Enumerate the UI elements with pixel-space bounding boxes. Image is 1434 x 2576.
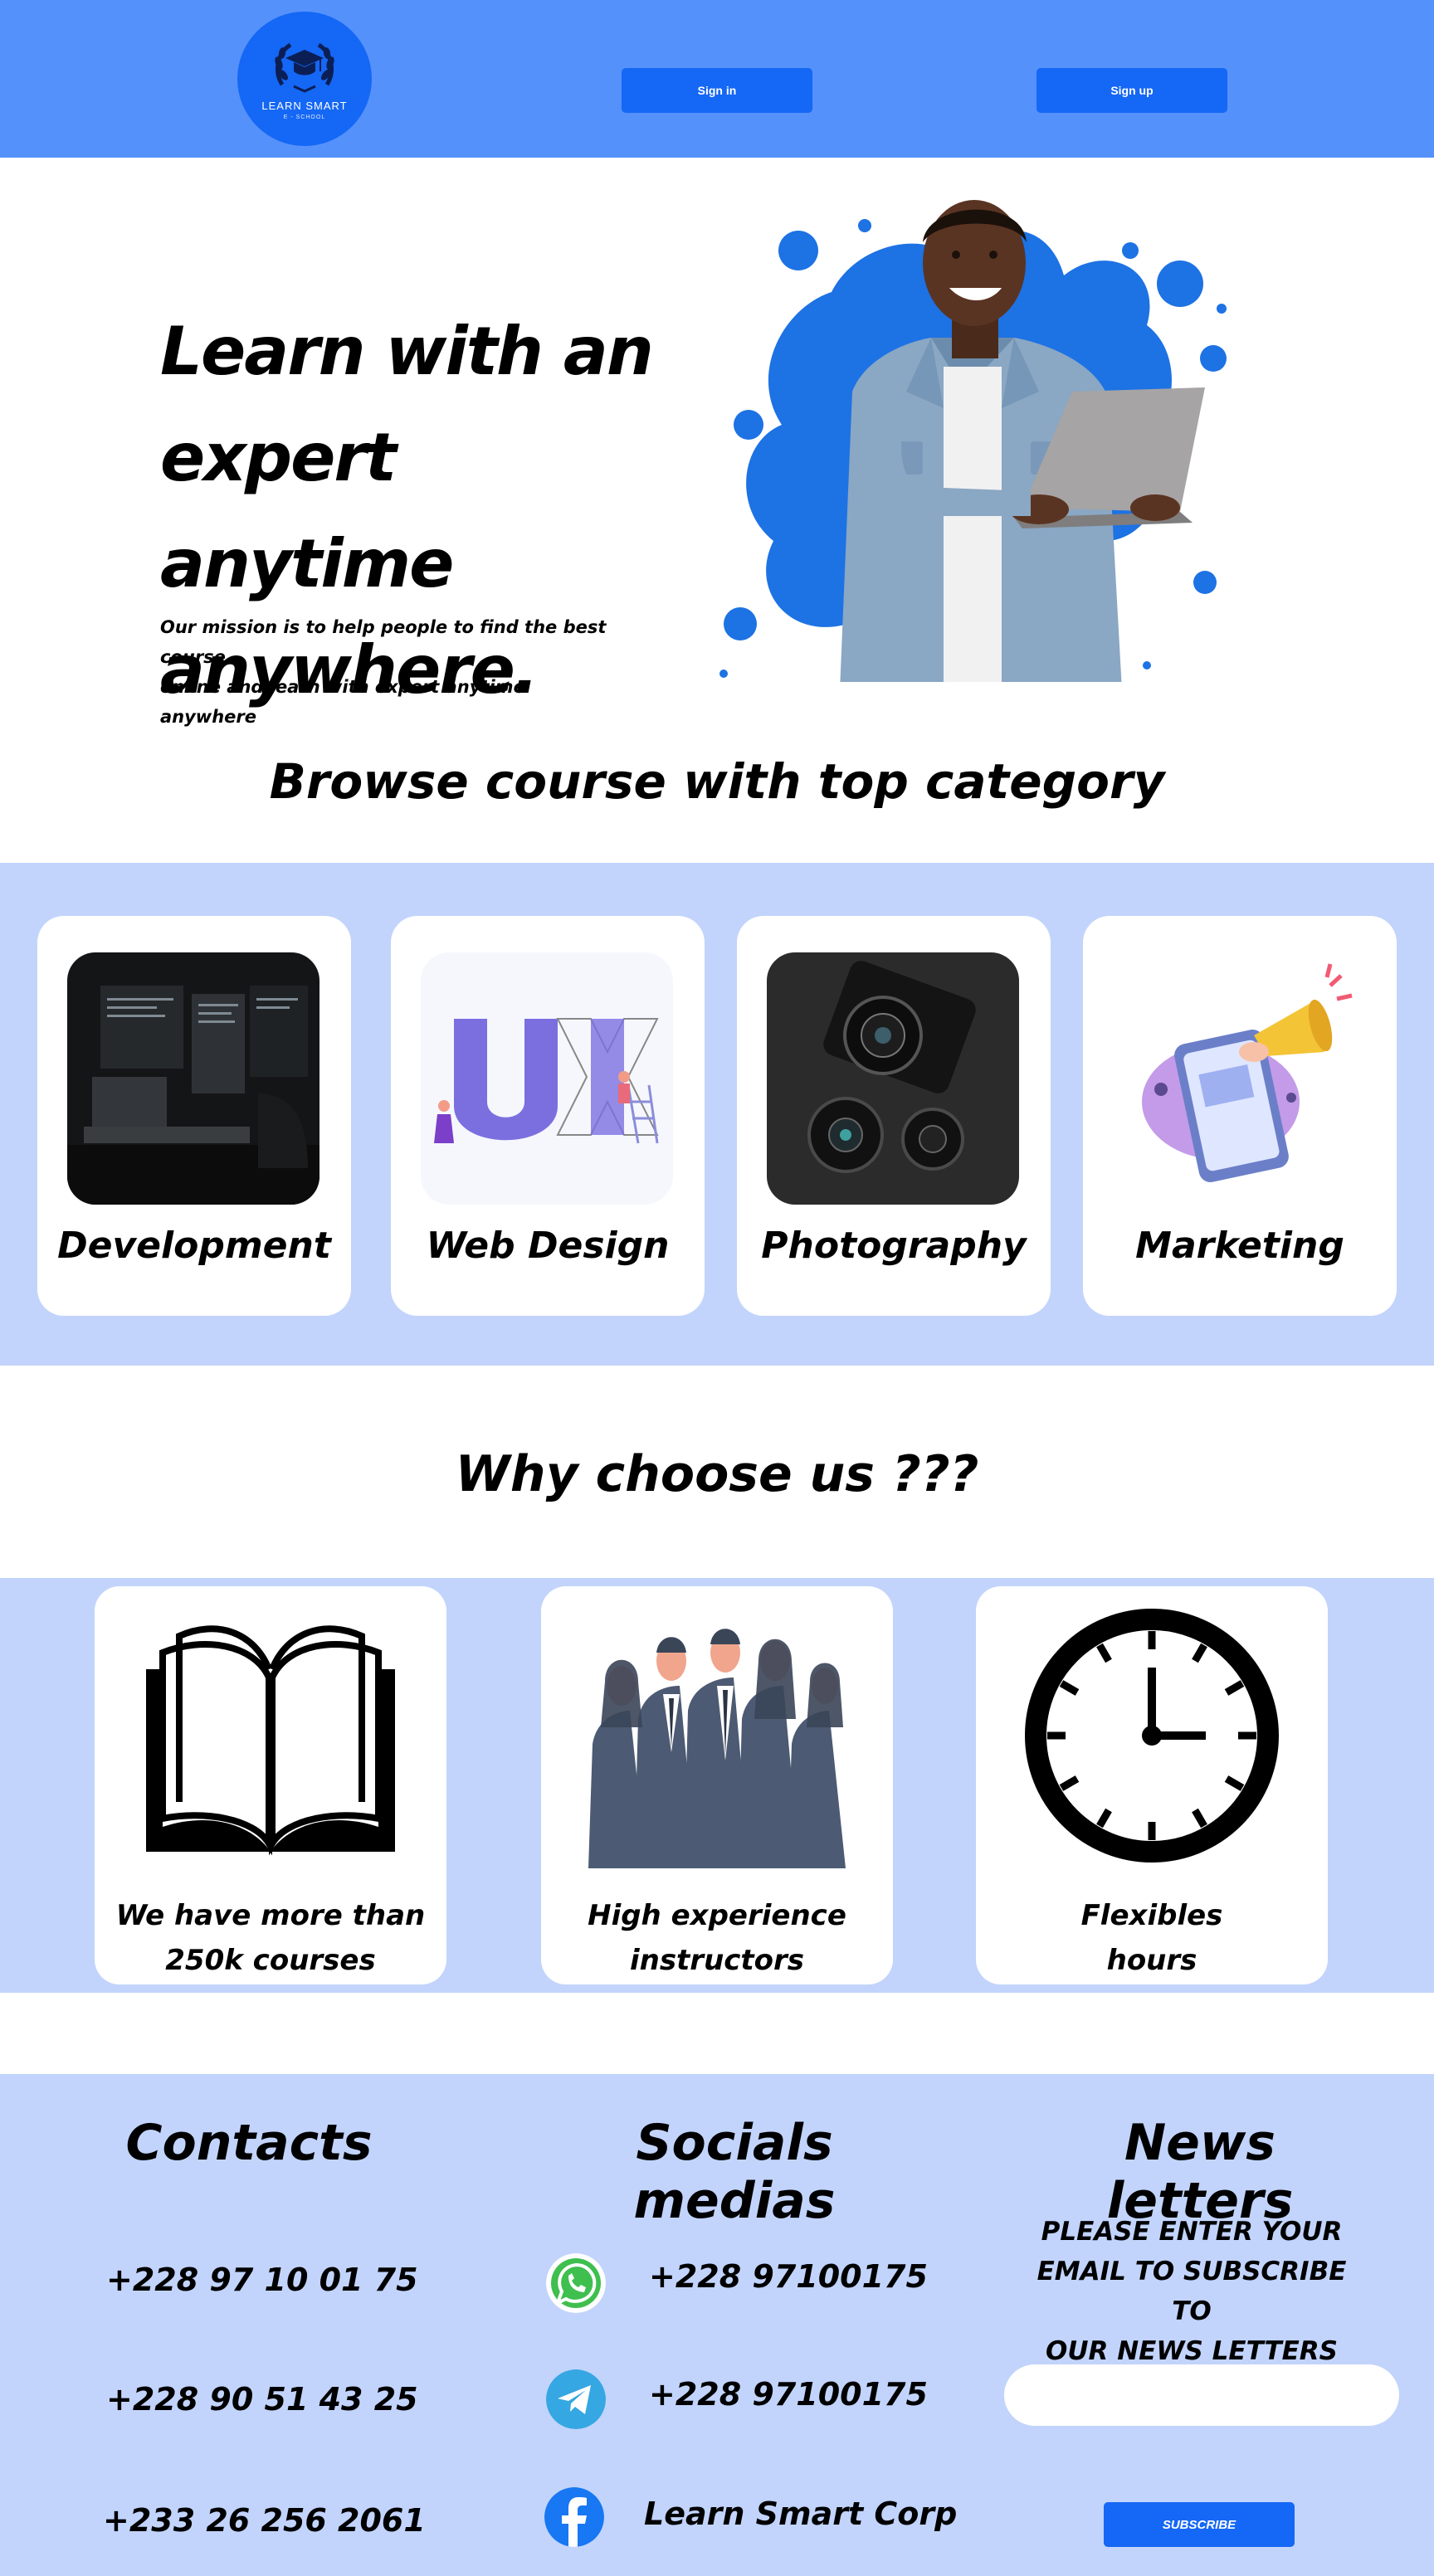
browse-section-title: Browse course with top category (269, 753, 1165, 810)
why-line: High experience (588, 1899, 846, 1932)
newsletter-email-input[interactable] (1004, 2364, 1399, 2426)
sign-up-button[interactable]: Sign up (1036, 68, 1227, 113)
marketing-megaphone-illustration (1113, 952, 1365, 1205)
contacts-heading: Contacts (125, 2114, 373, 2172)
newsletter-line: PLEASE ENTER YOUR (1041, 2217, 1343, 2247)
laurel-graduation-cap-icon (275, 42, 334, 93)
development-workstation-image (67, 952, 319, 1205)
book-icon (146, 1625, 395, 1856)
hero-title-line: Learn with an (160, 313, 654, 390)
hero-subtitle-line: online and learn with expert anytime any… (160, 677, 525, 727)
newsletter-description: PLEASE ENTER YOUR EMAIL TO SUBSCRIBE TO … (1026, 2212, 1358, 2371)
why-line: 250k courses (165, 1944, 376, 1977)
ux-design-illustration (421, 952, 673, 1205)
whatsapp-icon[interactable] (546, 2253, 606, 2313)
whatsapp-number[interactable]: +228 97100175 (649, 2258, 928, 2295)
contact-phone[interactable]: +228 90 51 43 25 (106, 2381, 418, 2418)
category-label: Marketing (1135, 1225, 1344, 1267)
camera-lenses-image (767, 952, 1019, 1205)
hero-subtitle: Our mission is to help people to find th… (160, 612, 625, 732)
why-section-title: Why choose us ??? (455, 1445, 979, 1503)
why-line: We have more than (115, 1899, 426, 1932)
category-label: Web Design (426, 1225, 670, 1267)
facebook-page-name[interactable]: Learn Smart Corp (644, 2496, 957, 2532)
newsletter-line: EMAIL TO SUBSCRIBE TO (1036, 2257, 1347, 2326)
hero-subtitle-line: Our mission is to help people to find th… (160, 617, 607, 667)
sign-in-button[interactable]: Sign in (622, 68, 812, 113)
category-label: Photography (761, 1225, 1027, 1267)
category-card-web-design[interactable]: Web Design (391, 916, 705, 1316)
team-icon (588, 1629, 846, 1868)
logo-subtitle: E - SCHOOL (283, 114, 326, 120)
contact-phone[interactable]: +228 97 10 01 75 (106, 2262, 418, 2298)
category-card-development[interactable]: Development (37, 916, 351, 1316)
telegram-icon[interactable] (546, 2369, 606, 2429)
why-card-instructors: High experience instructors (541, 1586, 893, 1984)
clock-icon (1025, 1609, 1279, 1863)
hero-man-with-laptop-image (719, 200, 1227, 682)
telegram-number[interactable]: +228 97100175 (649, 2376, 928, 2413)
category-label: Development (57, 1225, 331, 1267)
category-card-marketing[interactable]: Marketing (1083, 916, 1397, 1316)
logo[interactable]: LEARN SMART E - SCHOOL (237, 12, 372, 146)
why-card-label: High experience instructors (541, 1893, 893, 1983)
why-line: instructors (629, 1944, 805, 1977)
why-card-courses: We have more than 250k courses (95, 1586, 446, 1984)
why-card-hours: Flexibles hours (976, 1586, 1328, 1984)
newsletter-line: OUR NEWS LETTERS (1046, 2336, 1338, 2366)
logo-name: LEARN SMART (261, 99, 348, 112)
why-card-label: Flexibles hours (976, 1893, 1328, 1983)
hero-title-line: expert anytime (160, 419, 454, 602)
contact-phone[interactable]: +233 26 256 2061 (103, 2502, 426, 2539)
why-card-label: We have more than 250k courses (95, 1893, 446, 1983)
why-line: Flexibles (1080, 1899, 1223, 1932)
socials-heading: Socials medias (633, 2114, 836, 2230)
category-card-photography[interactable]: Photography (737, 916, 1051, 1316)
facebook-icon[interactable] (544, 2487, 604, 2547)
header-bar: LEARN SMART E - SCHOOL Sign in Sign up (0, 0, 1434, 158)
why-line: hours (1106, 1944, 1197, 1977)
subscribe-button[interactable]: SUBSCRIBE (1104, 2502, 1295, 2547)
